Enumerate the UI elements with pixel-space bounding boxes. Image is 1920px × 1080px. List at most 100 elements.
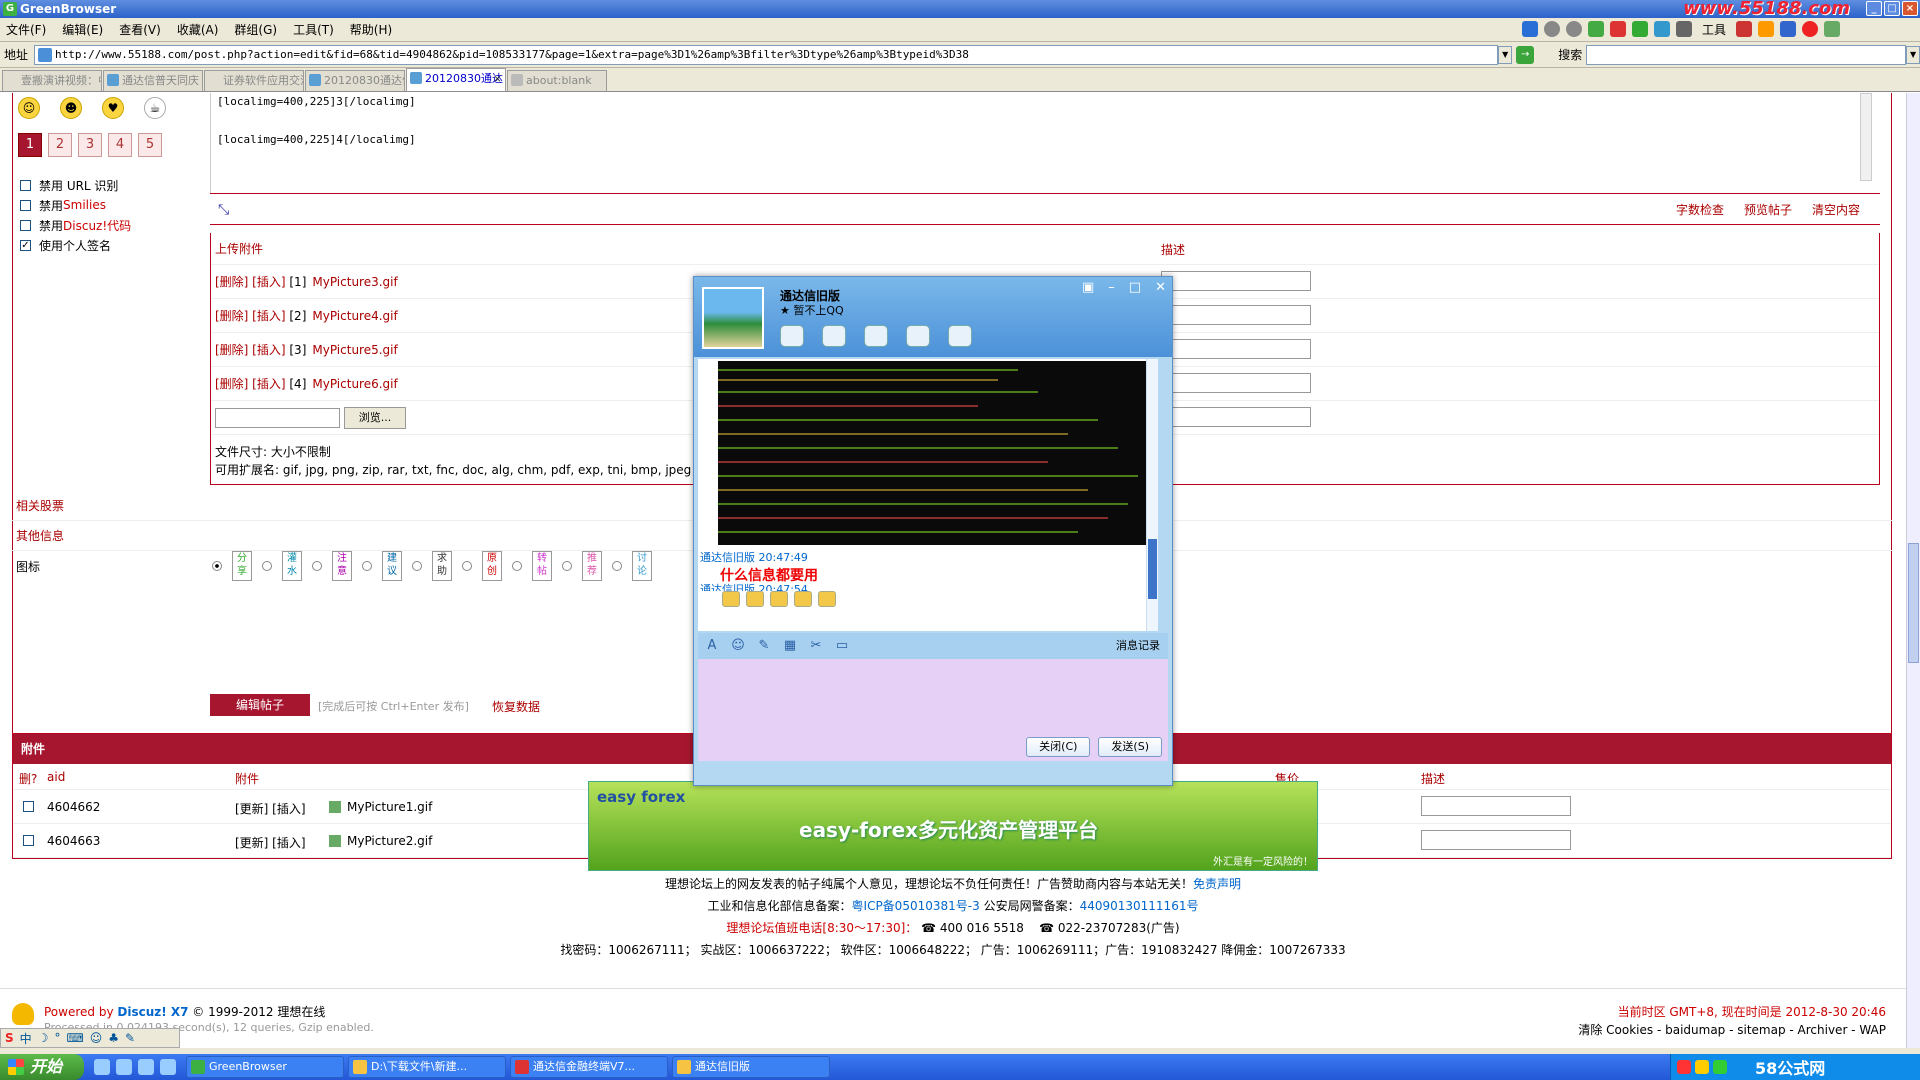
taskbar-item[interactable]: GreenBrowser	[186, 1056, 344, 1078]
pager-1[interactable]: 1	[18, 133, 42, 157]
user-icon[interactable]: ☺	[90, 1031, 103, 1045]
close-icon[interactable]: ×	[1902, 1, 1918, 16]
punct-icon[interactable]: °	[54, 1031, 60, 1045]
contact-avatar[interactable]	[702, 287, 764, 349]
skin-icon[interactable]: ▣	[1082, 280, 1094, 295]
checkbox[interactable]	[20, 219, 31, 231]
message-history-button[interactable]: 消息记录	[1116, 637, 1160, 653]
pager-3[interactable]: 3	[78, 133, 102, 157]
menu-help[interactable]: 帮助(H)	[350, 21, 392, 38]
start-button[interactable]: 开始	[0, 1054, 84, 1080]
voice-icon[interactable]	[822, 325, 846, 347]
screenshot-icon[interactable]: ✂	[808, 638, 824, 654]
taskbar-item[interactable]: 通达信旧版	[672, 1056, 830, 1078]
icon-radio[interactable]	[512, 561, 522, 571]
refresh-icon[interactable]	[1631, 21, 1648, 37]
clear-link[interactable]: 清空内容	[1812, 201, 1860, 218]
tab-0[interactable]: 壹搬演讲视频：中	[2, 70, 102, 91]
minimize-icon[interactable]: –	[1108, 280, 1115, 295]
menu-edit[interactable]: 编辑(E)	[62, 21, 103, 38]
icon-radio[interactable]	[412, 561, 422, 571]
keyboard-icon[interactable]: ⌨	[66, 1031, 83, 1045]
attachment-actions[interactable]: [更新] [插入]	[235, 834, 306, 851]
attachment-actions[interactable]: [更新] [插入]	[235, 800, 306, 817]
checkbox[interactable]	[20, 179, 31, 191]
preview-link[interactable]: 预览帖子	[1744, 201, 1792, 218]
magnet-icon[interactable]	[1758, 21, 1774, 37]
pager-4[interactable]: 4	[108, 133, 132, 157]
close-button[interactable]: 关闭(C)	[1026, 737, 1091, 757]
smiley-icon[interactable]: ☻	[60, 97, 82, 119]
save-icon[interactable]	[746, 591, 764, 607]
upload-row-actions[interactable]: [删除] [插入]	[215, 341, 286, 358]
address-dropdown-icon[interactable]: ▼	[1498, 45, 1513, 64]
tray-icon[interactable]	[1677, 1060, 1691, 1074]
up-icon[interactable]	[1587, 21, 1604, 37]
pager-5[interactable]: 5	[138, 133, 162, 157]
file-input[interactable]	[215, 407, 340, 428]
save-icon[interactable]	[1521, 21, 1538, 37]
checkbox[interactable]	[20, 199, 31, 211]
video-icon[interactable]	[780, 325, 804, 347]
back-icon[interactable]	[1543, 21, 1560, 37]
upload-desc-input[interactable]	[1161, 407, 1311, 427]
word-count-link[interactable]: 字数检查	[1676, 201, 1724, 218]
upload-row-actions[interactable]: [删除] [插入]	[215, 375, 286, 392]
icon-radio[interactable]	[262, 561, 272, 571]
emoticon-icon[interactable]	[722, 591, 740, 607]
tab-1[interactable]: 通达信普天同庆	[103, 70, 203, 91]
ime-mode[interactable]: 中	[20, 1030, 32, 1047]
icon-radio[interactable]	[562, 561, 572, 571]
menu-tools[interactable]: 工具(T)	[293, 21, 334, 38]
restore-data-link[interactable]: 恢复数据	[492, 698, 540, 715]
tray-icon[interactable]	[1695, 1060, 1709, 1074]
pager-2[interactable]: 2	[48, 133, 72, 157]
quicklaunch-icon[interactable]	[160, 1059, 176, 1075]
skin-icon[interactable]: ♣	[108, 1031, 119, 1045]
tool-icon[interactable]: ✎	[125, 1031, 135, 1045]
apps-icon[interactable]	[948, 325, 972, 347]
minimize-icon[interactable]: _	[1866, 1, 1882, 16]
scrollbar-thumb[interactable]	[1908, 543, 1919, 663]
image-icon[interactable]	[818, 591, 836, 607]
message-icon[interactable]	[906, 325, 930, 347]
quicklaunch-icon[interactable]	[94, 1059, 110, 1075]
menu-view[interactable]: 查看(V)	[119, 21, 161, 38]
edit-icon[interactable]: ✎	[756, 638, 772, 654]
icon-radio[interactable]	[362, 561, 372, 571]
stop-icon[interactable]	[1609, 21, 1626, 37]
upload-desc-input[interactable]	[1161, 373, 1311, 393]
tab-5[interactable]: about:blank	[507, 70, 607, 91]
edit-post-button[interactable]: 编辑帖子	[210, 694, 310, 716]
footer-links[interactable]: 清除 Cookies - baidumap - sitemap - Archiv…	[1578, 1021, 1886, 1038]
font-icon[interactable]: A	[704, 638, 720, 654]
moon-icon[interactable]: ☽	[38, 1031, 49, 1045]
checkbox-checked[interactable]: ✓	[20, 239, 31, 251]
block-icon[interactable]	[1802, 21, 1818, 37]
menu-favorites[interactable]: 收藏(A)	[177, 21, 219, 38]
quicklaunch-icon[interactable]	[116, 1059, 132, 1075]
delete-checkbox[interactable]	[23, 835, 34, 846]
smiley-icon[interactable]: ♥	[102, 97, 124, 119]
icp-link[interactable]: 粤ICP备05010381号-3	[852, 899, 980, 913]
icon-radio[interactable]	[612, 561, 622, 571]
smiley-icon[interactable]: ☺	[18, 97, 40, 119]
upload-desc-input[interactable]	[1161, 339, 1311, 359]
icon-radio[interactable]	[462, 561, 472, 571]
upload-desc-input[interactable]	[1161, 271, 1311, 291]
resize-icon[interactable]: ⤡	[218, 202, 229, 218]
address-input[interactable]: http://www.55188.com/post.php?action=edi…	[34, 44, 1499, 65]
quicklaunch-icon[interactable]	[138, 1059, 154, 1075]
emoticon-icon[interactable]: ☺	[730, 638, 746, 654]
sogou-icon[interactable]: S	[5, 1031, 14, 1045]
browse-button[interactable]: 浏览...	[344, 406, 406, 429]
tools-label[interactable]: 工具	[1702, 21, 1726, 38]
option-disable-smilies[interactable]: 禁用 Smilies	[20, 195, 131, 215]
icon-radio[interactable]	[312, 561, 322, 571]
tray-icon[interactable]	[1713, 1060, 1727, 1074]
discuz-link[interactable]: Discuz! X7	[117, 1005, 188, 1019]
easy-forex-banner[interactable]: easy forex easy-forex多元化资产管理平台 外汇是有一定风险的…	[588, 781, 1318, 871]
upload-row-actions[interactable]: [删除] [插入]	[215, 307, 286, 324]
delete-checkbox[interactable]	[23, 801, 34, 812]
upload-desc-input[interactable]	[1161, 305, 1311, 325]
